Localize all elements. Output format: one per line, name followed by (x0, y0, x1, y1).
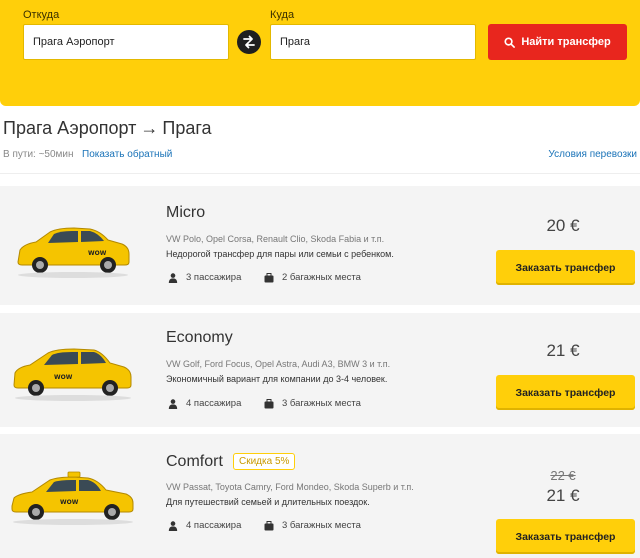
divider (0, 173, 640, 174)
person-icon (168, 272, 178, 283)
luggage-count: 3 багажных места (282, 398, 361, 409)
search-button-label: Найти трансфер (521, 36, 611, 48)
transport-conditions-link[interactable]: Условия перевозки (548, 149, 637, 160)
route-title: Прага Аэропорт → Прага (3, 118, 212, 139)
discount-badge: Скидка 5% (233, 453, 296, 470)
price: 20 € (546, 216, 580, 235)
order-transfer-button[interactable]: Заказать трансфер (496, 375, 635, 410)
person-icon (168, 520, 178, 531)
search-button[interactable]: Найти трансфер (488, 24, 627, 60)
old-price: 22 € (550, 468, 576, 483)
price: 21 € (546, 486, 580, 505)
suitcase-icon (264, 272, 274, 282)
show-reverse-link[interactable]: Показать обратный (82, 149, 172, 160)
taxi-car-icon: WOW (11, 471, 134, 525)
svg-text:WOW: WOW (88, 250, 107, 257)
swap-button[interactable] (237, 30, 261, 54)
to-label: Куда (270, 9, 295, 21)
route-to: Прага (162, 118, 212, 138)
taxi-car-icon: WOW (13, 348, 132, 401)
svg-text:WOW: WOW (54, 374, 73, 381)
car-models: VW Polo, Opel Corsa, Renault Clio, Skoda… (166, 234, 385, 244)
trip-duration: В пути: ~50мин (3, 149, 74, 160)
passenger-capacity: 4 пассажира (168, 520, 241, 531)
car-card-economy: WOW Economy VW Golf, Ford Focus, Opel As… (0, 313, 640, 427)
to-field[interactable]: Прага (270, 24, 476, 60)
person-icon (168, 398, 178, 409)
order-transfer-button[interactable]: Заказать трансфер (496, 519, 635, 554)
luggage-count: 2 багажных места (282, 272, 361, 283)
route-from: Прага Аэропорт (3, 118, 137, 138)
order-transfer-button[interactable]: Заказать трансфер (496, 250, 635, 285)
suitcase-icon (264, 398, 274, 408)
car-models: VW Golf, Ford Focus, Opel Astra, Audi A3… (166, 359, 391, 369)
svg-text:WOW: WOW (60, 499, 79, 506)
from-label: Откуда (23, 9, 60, 21)
taxi-car-icon: WOW (17, 227, 130, 278)
passenger-count: 3 пассажира (186, 272, 242, 283)
passenger-capacity: 3 пассажира (168, 272, 241, 283)
passenger-count: 4 пассажира (186, 398, 242, 409)
passenger-count: 4 пассажира (186, 520, 242, 531)
search-bar: Откуда Прага Аэропорт Куда Прага Найти т… (0, 0, 640, 106)
car-description: Для путешествий семьей и длительных поез… (166, 497, 370, 507)
car-class-name: Economy (166, 329, 233, 346)
luggage-capacity: 3 багажных места (264, 520, 361, 531)
car-description: Экономичный вариант для компании до 3-4 … (166, 374, 388, 384)
car-class-name: Comfort (166, 453, 223, 470)
from-field[interactable]: Прага Аэропорт (23, 24, 229, 60)
car-class-name: Micro (166, 204, 206, 221)
search-icon (504, 36, 516, 48)
passenger-capacity: 4 пассажира (168, 398, 241, 409)
car-card-comfort: WOW Comfort Скидка 5% VW Passat, Toyota … (0, 434, 640, 558)
luggage-capacity: 3 багажных места (264, 398, 361, 409)
luggage-count: 3 багажных места (282, 520, 361, 531)
route-arrow: → (140, 118, 159, 138)
swap-arrows-icon (243, 35, 255, 49)
car-card-micro: WOW Micro VW Polo, Opel Corsa, Renault C… (0, 186, 640, 305)
car-models: VW Passat, Toyota Camry, Ford Mondeo, Sk… (166, 482, 414, 492)
price: 21 € (546, 341, 580, 360)
car-description: Недорогой трансфер для пары или семьи с … (166, 249, 394, 259)
suitcase-icon (264, 520, 274, 530)
luggage-capacity: 2 багажных места (264, 272, 361, 283)
